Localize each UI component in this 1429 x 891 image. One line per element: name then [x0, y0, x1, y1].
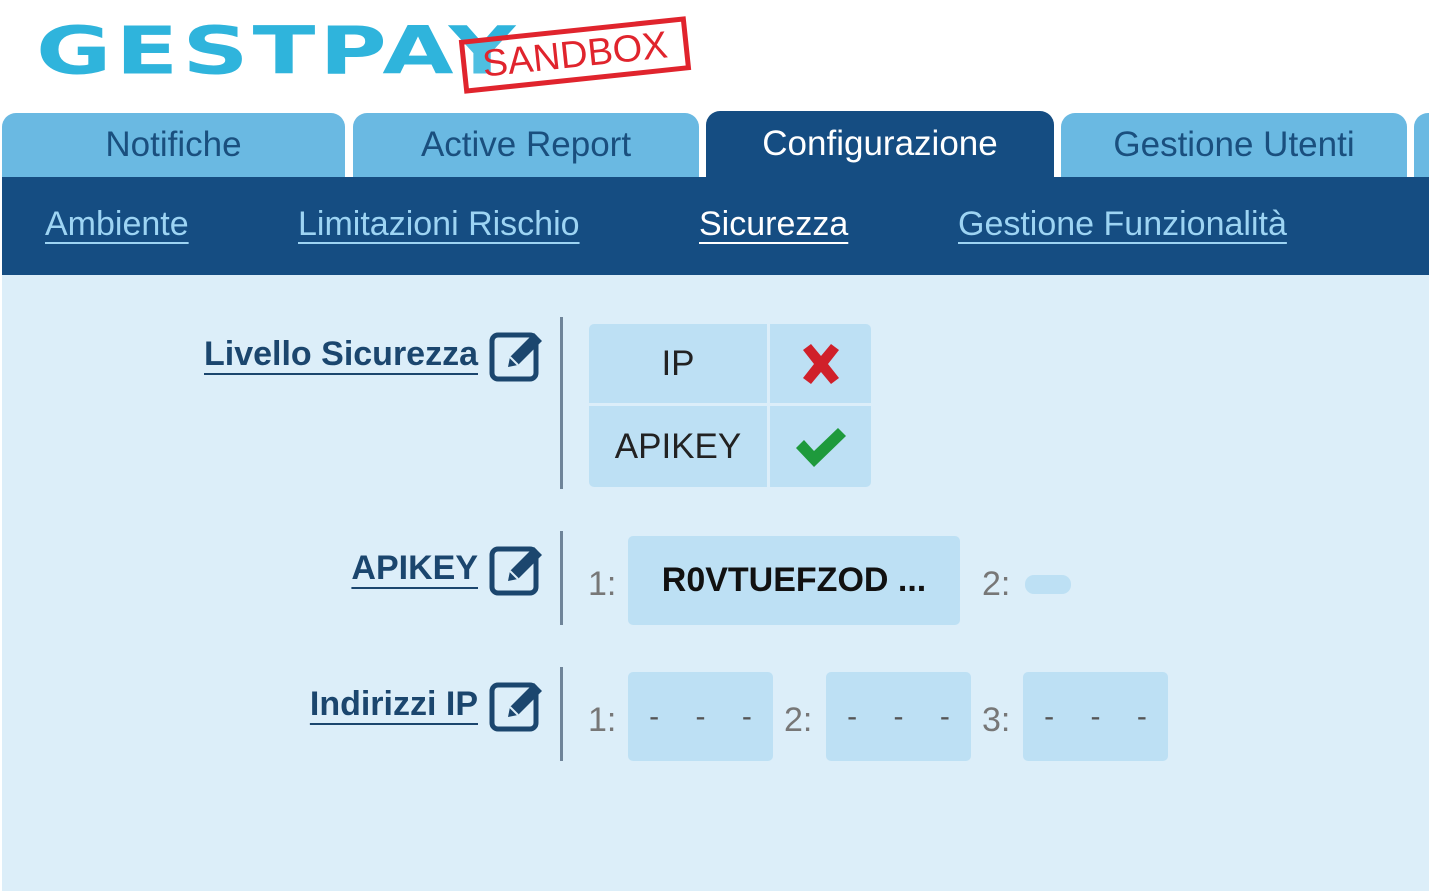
- ip-slot-index: 3:: [982, 701, 1011, 739]
- sub-navigation: Ambiente Limitazioni Rischio Sicurezza G…: [2, 177, 1429, 275]
- logo: GESTPAY SANDBOX: [36, 8, 696, 98]
- tab-label: Gestione Utenti: [1113, 125, 1355, 164]
- tab-label: Configurazione: [762, 124, 998, 163]
- tab-label: Active Report: [420, 125, 632, 164]
- security-row-apikey-name: APIKEY: [589, 406, 767, 487]
- security-settings-panel: Livello Sicurezza IP APIKEY APIKEY 1: R0…: [2, 275, 1429, 891]
- divider: [560, 667, 563, 761]
- ip-slot-1[interactable]: - - -: [628, 672, 773, 761]
- security-row-ip-name: IP: [589, 324, 767, 403]
- tab-active-report[interactable]: Active Report: [353, 113, 699, 177]
- tab-gestione-utenti[interactable]: Gestione Utenti: [1061, 113, 1407, 177]
- tab-configurazione[interactable]: Configurazione: [706, 111, 1054, 177]
- tab-notifiche[interactable]: Notifiche: [2, 113, 345, 177]
- cross-icon: [802, 343, 839, 384]
- ip-slot-2[interactable]: - - -: [826, 672, 971, 761]
- apikey-slot-index: 2:: [982, 565, 1011, 603]
- subnav-limitazioni-rischio[interactable]: Limitazioni Rischio: [298, 205, 580, 244]
- subnav-gestione-funzionalita[interactable]: Gestione Funzionalità: [958, 205, 1287, 244]
- sandbox-stamp-label: SANDBOX: [480, 24, 670, 86]
- apikey-slot-1[interactable]: R0VTUEFZOD ...: [628, 536, 960, 625]
- divider: [560, 317, 563, 489]
- divider: [560, 531, 563, 625]
- edit-security-level-icon[interactable]: [488, 325, 548, 385]
- logo-text: GESTPAY: [36, 12, 520, 90]
- edit-apikey-icon[interactable]: [488, 539, 548, 599]
- ip-slot-index: 1:: [588, 701, 617, 739]
- security-level-label[interactable]: Livello Sicurezza: [204, 335, 478, 374]
- edit-ip-addresses-icon[interactable]: [488, 675, 548, 735]
- subnav-ambiente[interactable]: Ambiente: [45, 205, 189, 244]
- ip-slot-3[interactable]: - - -: [1023, 672, 1168, 761]
- check-icon: [795, 427, 846, 467]
- apikey-slot-index: 1:: [588, 565, 617, 603]
- security-row-apikey-status: [770, 406, 871, 487]
- security-row-ip-status: [770, 324, 871, 403]
- apikey-label[interactable]: APIKEY: [351, 549, 478, 588]
- tab-label: Notifiche: [105, 125, 242, 164]
- ip-addresses-label[interactable]: Indirizzi IP: [310, 685, 478, 724]
- ip-slot-index: 2:: [784, 701, 813, 739]
- subnav-sicurezza[interactable]: Sicurezza: [699, 205, 848, 244]
- apikey-slot-2[interactable]: [1025, 575, 1071, 594]
- tab-overflow[interactable]: [1414, 113, 1429, 177]
- main-tabs: Notifiche Active Report Configurazione G…: [0, 111, 1429, 177]
